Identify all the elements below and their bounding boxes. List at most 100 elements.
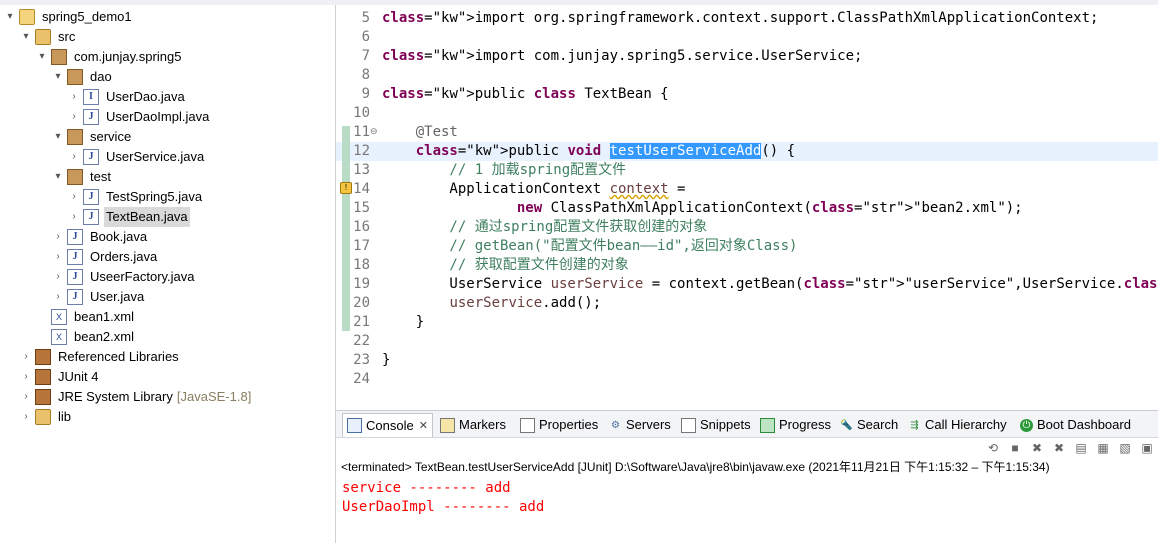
- tab-search[interactable]: 🔦 Search: [840, 415, 898, 435]
- package-icon: [67, 69, 83, 85]
- chevron-right-icon[interactable]: ›: [68, 207, 80, 227]
- tree-item-project[interactable]: ▾ spring5_demo1: [4, 7, 134, 27]
- java-file-icon: J: [83, 189, 99, 205]
- tab-snippets[interactable]: Snippets: [681, 415, 751, 435]
- code-line[interactable]: 18 // 获取配置文件创建的对象: [336, 256, 1158, 275]
- code-line[interactable]: 8: [336, 66, 1158, 85]
- chevron-right-icon[interactable]: ›: [52, 227, 64, 247]
- clear-console-icon[interactable]: ▤: [1072, 439, 1090, 457]
- project-icon: [19, 9, 35, 25]
- code-text: class="kw">import com.junjay.spring5.ser…: [382, 48, 863, 64]
- tree-item-userservice[interactable]: › J UserService.java: [68, 147, 206, 167]
- chevron-down-icon[interactable]: ▾: [20, 27, 32, 47]
- search-icon: 🔦: [840, 419, 853, 431]
- chevron-down-icon[interactable]: ▾: [52, 167, 64, 187]
- code-line[interactable]: 20 userService.add();: [336, 294, 1158, 313]
- tree-item-junit4[interactable]: › JUnit 4: [20, 367, 100, 387]
- tree-item-book[interactable]: › J Book.java: [52, 227, 149, 247]
- tree-item-test[interactable]: ▾ test: [52, 167, 113, 187]
- tree-item-referenced-libraries[interactable]: › Referenced Libraries: [20, 347, 181, 367]
- code-line[interactable]: 21 }: [336, 313, 1158, 332]
- chevron-right-icon[interactable]: ›: [20, 347, 32, 367]
- java-file-icon: J: [67, 269, 83, 285]
- tree-item-jre[interactable]: › JRE System Library [JavaSE-1.8]: [20, 387, 253, 407]
- code-line[interactable]: 10: [336, 104, 1158, 123]
- tree-item-package[interactable]: ▾ com.junjay.spring5: [36, 47, 183, 67]
- chevron-right-icon[interactable]: ›: [68, 107, 80, 127]
- chevron-right-icon[interactable]: ›: [68, 87, 80, 107]
- tree-item-useerfactory[interactable]: › J UseerFactory.java: [52, 267, 197, 287]
- code-text: class="kw">public void testUserServiceAd…: [415, 143, 796, 159]
- chevron-right-icon[interactable]: ›: [52, 247, 64, 267]
- chevron-right-icon[interactable]: ›: [68, 187, 80, 207]
- tree-item-src[interactable]: ▾ src: [20, 27, 77, 47]
- code-line[interactable]: 13 // 1 加载spring配置文件: [336, 161, 1158, 180]
- java-file-icon: J: [83, 209, 99, 225]
- code-line[interactable]: 16 // 通过spring配置文件获取创建的对象: [336, 218, 1158, 237]
- remove-all-icon[interactable]: ✖: [1050, 439, 1068, 457]
- warning-marker-icon[interactable]: !: [340, 182, 352, 194]
- tree-item-service[interactable]: ▾ service: [52, 127, 133, 147]
- remove-launch-icon[interactable]: ⟲: [984, 439, 1002, 457]
- code-line[interactable]: 7 class="kw">import com.junjay.spring5.se…: [336, 47, 1158, 66]
- console-output-line: service -------- add: [342, 480, 511, 496]
- code-text: @Test: [382, 124, 458, 140]
- code-editor[interactable]: 5 class="kw">import org.springframework.c…: [336, 5, 1158, 405]
- package-icon: [67, 129, 83, 145]
- tree-item-bean1[interactable]: Xbean1.xml: [36, 307, 136, 327]
- chevron-down-icon[interactable]: ▾: [52, 67, 64, 87]
- chevron-down-icon[interactable]: ▾: [52, 127, 64, 147]
- tree-item-userdaoimpl[interactable]: › J UserDaoImpl.java: [68, 107, 211, 127]
- code-line[interactable]: 19 UserService userService = context.get…: [336, 275, 1158, 294]
- code-line[interactable]: 9 class="kw">public class TextBean {: [336, 85, 1158, 104]
- code-line[interactable]: 22: [336, 332, 1158, 351]
- tab-properties[interactable]: Properties: [520, 415, 598, 435]
- java-file-icon: J: [83, 149, 99, 165]
- view-tab-bar: Console ✕ Markers Properties ⚙ Servers Sni…: [336, 411, 1158, 438]
- tab-boot-dashboard[interactable]: ⏻ Boot Dashboard: [1020, 415, 1131, 435]
- tree-item-orders[interactable]: › J Orders.java: [52, 247, 159, 267]
- code-line[interactable]: 17 // getBean("配置文件bean——id",返回对象Class): [336, 237, 1158, 256]
- tree-item-bean2[interactable]: Xbean2.xml: [36, 327, 136, 347]
- tab-servers[interactable]: ⚙ Servers: [609, 415, 671, 435]
- close-icon[interactable]: ✕: [419, 416, 428, 436]
- console-view: Console ✕ Markers Properties ⚙ Servers Sni…: [336, 410, 1158, 544]
- tab-progress[interactable]: Progress: [760, 415, 831, 435]
- tree-item-textbean[interactable]: › J TextBean.java: [68, 207, 190, 227]
- tree-item-userdao[interactable]: › I UserDao.java: [68, 87, 187, 107]
- console-status: <terminated> TextBean.testUserServiceAdd…: [341, 460, 1050, 474]
- chevron-right-icon[interactable]: ›: [20, 367, 32, 387]
- xml-file-icon: X: [51, 309, 67, 325]
- tree-item-user[interactable]: › J User.java: [52, 287, 146, 307]
- chevron-right-icon[interactable]: ›: [68, 147, 80, 167]
- chevron-down-icon[interactable]: ▾: [36, 47, 48, 67]
- code-line[interactable]: 11 @Test: [336, 123, 1158, 142]
- chevron-right-icon[interactable]: ›: [20, 387, 32, 407]
- package-icon: [67, 169, 83, 185]
- chevron-right-icon[interactable]: ›: [52, 287, 64, 307]
- tab-markers[interactable]: Markers: [440, 415, 506, 435]
- word-wrap-icon[interactable]: ▧: [1116, 439, 1134, 457]
- tree-item-lib[interactable]: › lib: [20, 407, 73, 427]
- tab-call-hierarchy[interactable]: ⇶ Call Hierarchy: [908, 415, 1006, 435]
- terminate-icon[interactable]: ■: [1006, 439, 1024, 457]
- tree-item-dao[interactable]: ▾ dao: [52, 67, 114, 87]
- remove-icon[interactable]: ✖: [1028, 439, 1046, 457]
- chevron-down-icon[interactable]: ▾: [4, 7, 16, 27]
- code-line-current[interactable]: 12 class="kw">public void testUserServic…: [336, 142, 1158, 161]
- tree-item-testspring5[interactable]: › J TestSpring5.java: [68, 187, 204, 207]
- source-folder-icon: [35, 29, 51, 45]
- chevron-right-icon[interactable]: ›: [52, 267, 64, 287]
- code-text: new ClassPathXmlApplicationContext(class…: [516, 200, 1023, 216]
- code-line[interactable]: 24: [336, 370, 1158, 389]
- tab-console[interactable]: Console ✕: [342, 413, 433, 437]
- code-line[interactable]: 15 new ClassPathXmlApplicationContext(cl…: [336, 199, 1158, 218]
- code-line[interactable]: 6: [336, 28, 1158, 47]
- display-console-icon[interactable]: ▣: [1138, 439, 1156, 457]
- code-line[interactable]: 23}: [336, 351, 1158, 370]
- chevron-right-icon[interactable]: ›: [20, 407, 32, 427]
- code-line[interactable]: 5 class="kw">import org.springframework.c…: [336, 9, 1158, 28]
- scroll-lock-icon[interactable]: ▦: [1094, 439, 1112, 457]
- code-line[interactable]: 14 ApplicationContext context =: [336, 180, 1158, 199]
- fold-collapse-icon[interactable]: ⊖: [370, 127, 378, 137]
